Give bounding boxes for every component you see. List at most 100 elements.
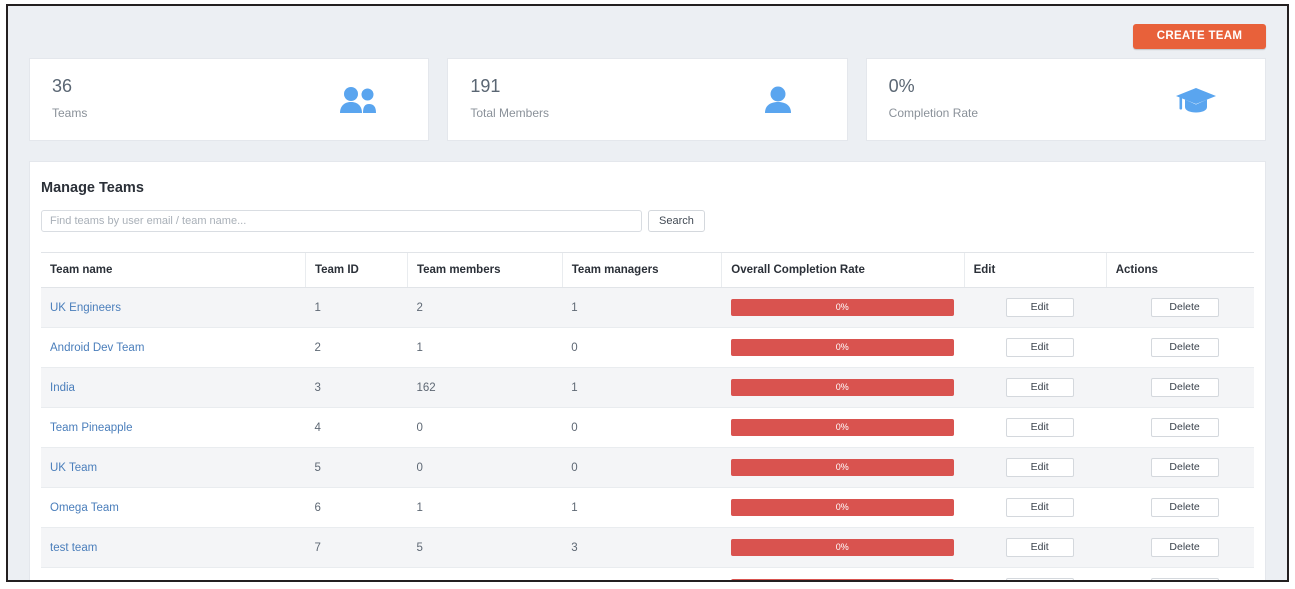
table-row: India 3 162 1 0% Edit Delete: [41, 367, 1254, 408]
cell-team-members: 5: [407, 527, 563, 568]
team-name-link[interactable]: test 2: [50, 582, 78, 583]
cell-team-id: 1: [305, 287, 408, 328]
cell-completion-rate: 0%: [721, 487, 965, 528]
cell-completion-rate: 0%: [721, 287, 965, 328]
cell-team-name: UK Team: [41, 447, 306, 488]
column-header-team-name: Team name: [41, 252, 306, 288]
completion-progress-bar: 0%: [730, 459, 954, 476]
edit-button[interactable]: Edit: [1005, 378, 1074, 397]
delete-button[interactable]: Delete: [1150, 338, 1219, 357]
delete-button[interactable]: Delete: [1150, 458, 1219, 477]
cell-team-members: 1: [407, 487, 563, 528]
cell-completion-rate: 0%: [721, 407, 965, 448]
table-header-row: Team name Team ID Team members Team mana…: [41, 252, 1254, 288]
delete-button[interactable]: Delete: [1150, 378, 1219, 397]
progress-fill: 0%: [730, 459, 954, 476]
table-row: Android Dev Team 2 1 0 0% Edit Delete: [41, 327, 1254, 368]
stat-card-teams: 36 Teams: [29, 58, 430, 141]
edit-button[interactable]: Edit: [1005, 538, 1074, 557]
delete-button[interactable]: Delete: [1150, 498, 1219, 517]
cell-completion-rate: 0%: [721, 567, 965, 580]
cell-edit: Edit: [964, 527, 1107, 568]
cell-team-name: Team Pineapple: [41, 407, 306, 448]
stat-value-total-members: 191: [470, 76, 501, 96]
progress-fill: 0%: [730, 539, 954, 556]
edit-button[interactable]: Edit: [1005, 338, 1074, 357]
cell-team-members: 0: [407, 447, 563, 488]
cell-team-id: 2: [305, 327, 408, 368]
completion-progress-bar: 0%: [730, 539, 954, 556]
cell-team-id: 7: [305, 527, 408, 568]
search-input[interactable]: [41, 210, 642, 232]
table-row: test team 7 5 3 0% Edit Delete: [41, 527, 1254, 568]
progress-label: 0%: [835, 342, 849, 352]
team-name-link[interactable]: India: [50, 382, 75, 394]
progress-fill: 0%: [730, 419, 954, 436]
team-name-link[interactable]: UK Engineers: [50, 302, 121, 314]
cell-completion-rate: 0%: [721, 327, 965, 368]
team-name-link[interactable]: Android Dev Team: [50, 342, 144, 354]
completion-progress-bar: 0%: [730, 339, 954, 356]
cell-team-members: 162: [407, 367, 563, 408]
cell-edit: Edit: [964, 487, 1107, 528]
top-action-bar: CREATE TEAM: [8, 6, 1287, 58]
delete-button[interactable]: Delete: [1150, 418, 1219, 437]
search-button[interactable]: Search: [648, 210, 705, 232]
cell-completion-rate: 0%: [721, 447, 965, 488]
completion-progress-bar: 0%: [730, 419, 954, 436]
cell-edit: Edit: [964, 447, 1107, 488]
cell-team-managers: 1: [562, 567, 722, 580]
user-icon: [755, 82, 801, 118]
cell-team-name: test 2: [41, 567, 306, 583]
cell-actions: Delete: [1106, 327, 1254, 368]
progress-label: 0%: [835, 462, 849, 472]
progress-fill: 0%: [730, 379, 954, 396]
cell-team-managers: 3: [562, 527, 722, 568]
edit-button[interactable]: Edit: [1005, 458, 1074, 477]
teams-table-header: Team name Team ID Team members Team mana…: [41, 252, 1254, 288]
cell-team-id: 6: [305, 487, 408, 528]
cell-edit: Edit: [964, 287, 1107, 328]
page-body: CREATE TEAM 36 Teams 191 Total Members 0…: [8, 6, 1287, 580]
cell-actions: Delete: [1106, 567, 1254, 580]
delete-button[interactable]: Delete: [1150, 538, 1219, 557]
delete-button[interactable]: Delete: [1150, 298, 1219, 317]
column-header-team-id: Team ID: [304, 252, 408, 288]
progress-fill: 0%: [730, 499, 954, 516]
cell-team-id: 8: [305, 567, 408, 580]
column-header-edit: Edit: [963, 252, 1107, 288]
cell-edit: Edit: [964, 327, 1107, 368]
cell-team-name: test team: [41, 527, 306, 568]
completion-progress-bar: 0%: [730, 579, 954, 580]
table-row: Team Pineapple 4 0 0 0% Edit Delete: [41, 407, 1254, 448]
stat-label-completion-rate: Completion Rate: [888, 106, 979, 120]
create-team-button[interactable]: CREATE TEAM: [1133, 24, 1266, 49]
team-name-link[interactable]: UK Team: [50, 462, 97, 474]
edit-button[interactable]: Edit: [1005, 298, 1074, 317]
stat-card-total-members: 191 Total Members: [447, 58, 848, 141]
stat-label-total-members: Total Members: [470, 106, 550, 120]
cell-edit: Edit: [964, 367, 1107, 408]
edit-button[interactable]: Edit: [1005, 498, 1074, 517]
cell-actions: Delete: [1106, 407, 1254, 448]
column-header-team-managers: Team managers: [561, 252, 722, 288]
cell-team-id: 4: [305, 407, 408, 448]
cell-team-id: 3: [305, 367, 408, 408]
completion-progress-bar: 0%: [730, 499, 954, 516]
table-row: test 2 821 0% Edit Delete: [41, 567, 1254, 583]
cell-team-members: 1: [407, 327, 563, 368]
cell-team-managers: 1: [562, 487, 722, 528]
edit-button[interactable]: Edit: [1005, 418, 1074, 437]
delete-button[interactable]: Delete: [1150, 578, 1219, 580]
edit-button[interactable]: Edit: [1005, 578, 1074, 580]
table-row: UK Engineers 1 2 1 0% Edit Delete: [41, 287, 1254, 328]
completion-progress-bar: 0%: [730, 299, 954, 316]
team-name-link[interactable]: Team Pineapple: [50, 422, 132, 434]
cell-team-id: 5: [305, 447, 408, 488]
cell-edit: Edit: [964, 407, 1107, 448]
cell-completion-rate: 0%: [721, 367, 965, 408]
cell-actions: Delete: [1106, 527, 1254, 568]
team-name-link[interactable]: Omega Team: [50, 502, 119, 514]
team-name-link[interactable]: test team: [50, 542, 97, 554]
column-header-actions: Actions: [1105, 252, 1254, 288]
